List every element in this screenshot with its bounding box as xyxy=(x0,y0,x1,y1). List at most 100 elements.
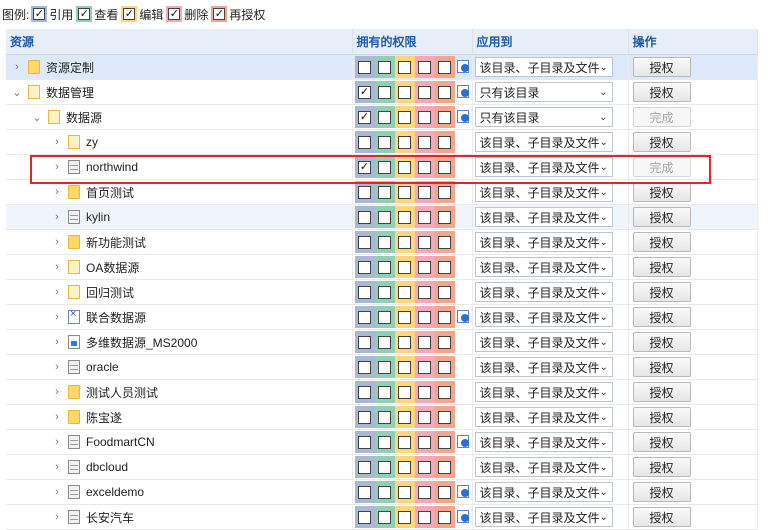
perm-view-checkbox[interactable] xyxy=(378,85,391,99)
expand-arrow-icon[interactable]: › xyxy=(10,61,24,73)
resource-name[interactable]: 陈宝遂 xyxy=(86,409,122,426)
perm-regrant-checkbox[interactable] xyxy=(438,310,451,324)
perm-regrant-checkbox[interactable] xyxy=(438,85,451,99)
apply-to-select[interactable]: 该目录、子目录及文件 ⌄ xyxy=(474,282,613,302)
perm-reference-checkbox[interactable] xyxy=(358,235,371,249)
expand-arrow-icon[interactable]: › xyxy=(50,486,64,498)
perm-regrant-checkbox[interactable] xyxy=(438,210,451,224)
inherit-icon[interactable] xyxy=(456,110,471,124)
perm-edit-checkbox[interactable] xyxy=(398,160,411,174)
perm-regrant-checkbox[interactable] xyxy=(438,110,451,124)
inherit-icon[interactable] xyxy=(456,60,471,74)
inherit-icon[interactable] xyxy=(456,435,471,449)
perm-regrant-checkbox[interactable] xyxy=(438,335,451,349)
perm-reference-checkbox[interactable] xyxy=(358,385,371,399)
resource-name[interactable]: 回归测试 xyxy=(86,284,134,301)
grant-button[interactable]: 授权 xyxy=(632,457,691,477)
perm-view-checkbox[interactable] xyxy=(378,135,391,149)
perm-reference-checkbox[interactable]: ✓ xyxy=(358,160,371,174)
perm-edit-checkbox[interactable] xyxy=(398,310,411,324)
expand-arrow-icon[interactable]: › xyxy=(50,261,64,273)
expand-arrow-icon[interactable]: › xyxy=(50,336,64,348)
perm-delete-checkbox[interactable] xyxy=(418,185,431,199)
perm-edit-checkbox[interactable] xyxy=(398,335,411,349)
perm-view-checkbox[interactable] xyxy=(378,410,391,424)
perm-edit-checkbox[interactable] xyxy=(398,110,411,124)
perm-delete-checkbox[interactable] xyxy=(418,285,431,299)
expand-arrow-icon[interactable]: › xyxy=(50,286,64,298)
perm-edit-checkbox[interactable] xyxy=(398,260,411,274)
apply-to-select[interactable]: 该目录、子目录及文件 ⌄ xyxy=(474,307,613,327)
perm-reference-checkbox[interactable]: ✓ xyxy=(358,110,371,124)
resource-name[interactable]: 资源定制 xyxy=(46,59,94,76)
grant-button[interactable]: 授权 xyxy=(632,332,691,352)
apply-to-select[interactable]: 该目录、子目录及文件 ⌄ xyxy=(474,57,613,77)
perm-delete-checkbox[interactable] xyxy=(418,460,431,474)
resource-name[interactable]: zy xyxy=(86,135,98,149)
perm-delete-checkbox[interactable] xyxy=(418,385,431,399)
perm-delete-checkbox[interactable] xyxy=(418,85,431,99)
expand-arrow-icon[interactable]: › xyxy=(50,461,64,473)
grant-button[interactable]: 授权 xyxy=(632,407,691,427)
perm-reference-checkbox[interactable] xyxy=(358,210,371,224)
apply-to-select[interactable]: 该目录、子目录及文件 ⌄ xyxy=(474,432,613,452)
perm-edit-checkbox[interactable] xyxy=(398,60,411,74)
perm-edit-checkbox[interactable] xyxy=(398,485,411,499)
perm-reference-checkbox[interactable] xyxy=(358,60,371,74)
perm-view-checkbox[interactable] xyxy=(378,485,391,499)
resource-name[interactable]: 首页测试 xyxy=(86,184,134,201)
perm-regrant-checkbox[interactable] xyxy=(438,235,451,249)
perm-view-checkbox[interactable] xyxy=(378,210,391,224)
perm-view-checkbox[interactable] xyxy=(378,310,391,324)
apply-to-select[interactable]: 该目录、子目录及文件 ⌄ xyxy=(474,382,613,402)
perm-edit-checkbox[interactable] xyxy=(398,435,411,449)
perm-delete-checkbox[interactable] xyxy=(418,410,431,424)
resource-name[interactable]: FoodmartCN xyxy=(86,435,155,449)
expand-arrow-icon[interactable]: › xyxy=(50,436,64,448)
perm-view-checkbox[interactable] xyxy=(378,110,391,124)
grant-button[interactable]: 授权 xyxy=(632,257,691,277)
perm-edit-checkbox[interactable] xyxy=(398,85,411,99)
resource-name[interactable]: kylin xyxy=(86,210,110,224)
expand-arrow-icon[interactable]: › xyxy=(50,161,64,173)
apply-to-select[interactable]: 该目录、子目录及文件 ⌄ xyxy=(474,257,613,277)
perm-edit-checkbox[interactable] xyxy=(398,185,411,199)
perm-regrant-checkbox[interactable] xyxy=(438,285,451,299)
perm-delete-checkbox[interactable] xyxy=(418,360,431,374)
expand-arrow-icon[interactable]: › xyxy=(50,236,64,248)
perm-regrant-checkbox[interactable] xyxy=(438,485,451,499)
grant-button[interactable]: 授权 xyxy=(632,182,691,202)
perm-edit-checkbox[interactable] xyxy=(398,460,411,474)
perm-reference-checkbox[interactable] xyxy=(358,285,371,299)
perm-reference-checkbox[interactable] xyxy=(358,460,371,474)
perm-delete-checkbox[interactable] xyxy=(418,435,431,449)
perm-view-checkbox[interactable] xyxy=(378,335,391,349)
apply-to-select[interactable]: 该目录、子目录及文件 ⌄ xyxy=(474,232,613,252)
perm-delete-checkbox[interactable] xyxy=(418,260,431,274)
grant-button[interactable]: 完成 xyxy=(632,107,691,127)
perm-delete-checkbox[interactable] xyxy=(418,160,431,174)
perm-edit-checkbox[interactable] xyxy=(398,235,411,249)
perm-delete-checkbox[interactable] xyxy=(418,110,431,124)
expand-arrow-icon[interactable]: › xyxy=(50,386,64,398)
perm-reference-checkbox[interactable] xyxy=(358,435,371,449)
grant-button[interactable]: 授权 xyxy=(632,432,691,452)
resource-name[interactable]: 测试人员测试 xyxy=(86,384,158,401)
perm-view-checkbox[interactable] xyxy=(378,285,391,299)
perm-delete-checkbox[interactable] xyxy=(418,485,431,499)
perm-reference-checkbox[interactable] xyxy=(358,410,371,424)
perm-view-checkbox[interactable] xyxy=(378,235,391,249)
perm-view-checkbox[interactable] xyxy=(378,385,391,399)
perm-view-checkbox[interactable] xyxy=(378,435,391,449)
expand-arrow-icon[interactable]: › xyxy=(50,311,64,323)
grant-button[interactable]: 授权 xyxy=(632,57,691,77)
grant-button[interactable]: 授权 xyxy=(632,357,691,377)
grant-button[interactable]: 授权 xyxy=(632,382,691,402)
perm-delete-checkbox[interactable] xyxy=(418,310,431,324)
expand-arrow-icon[interactable]: › xyxy=(50,186,64,198)
resource-name[interactable]: 数据源 xyxy=(66,109,102,126)
resource-name[interactable]: oracle xyxy=(86,360,119,374)
perm-regrant-checkbox[interactable] xyxy=(438,360,451,374)
perm-reference-checkbox[interactable] xyxy=(358,185,371,199)
perm-edit-checkbox[interactable] xyxy=(398,410,411,424)
